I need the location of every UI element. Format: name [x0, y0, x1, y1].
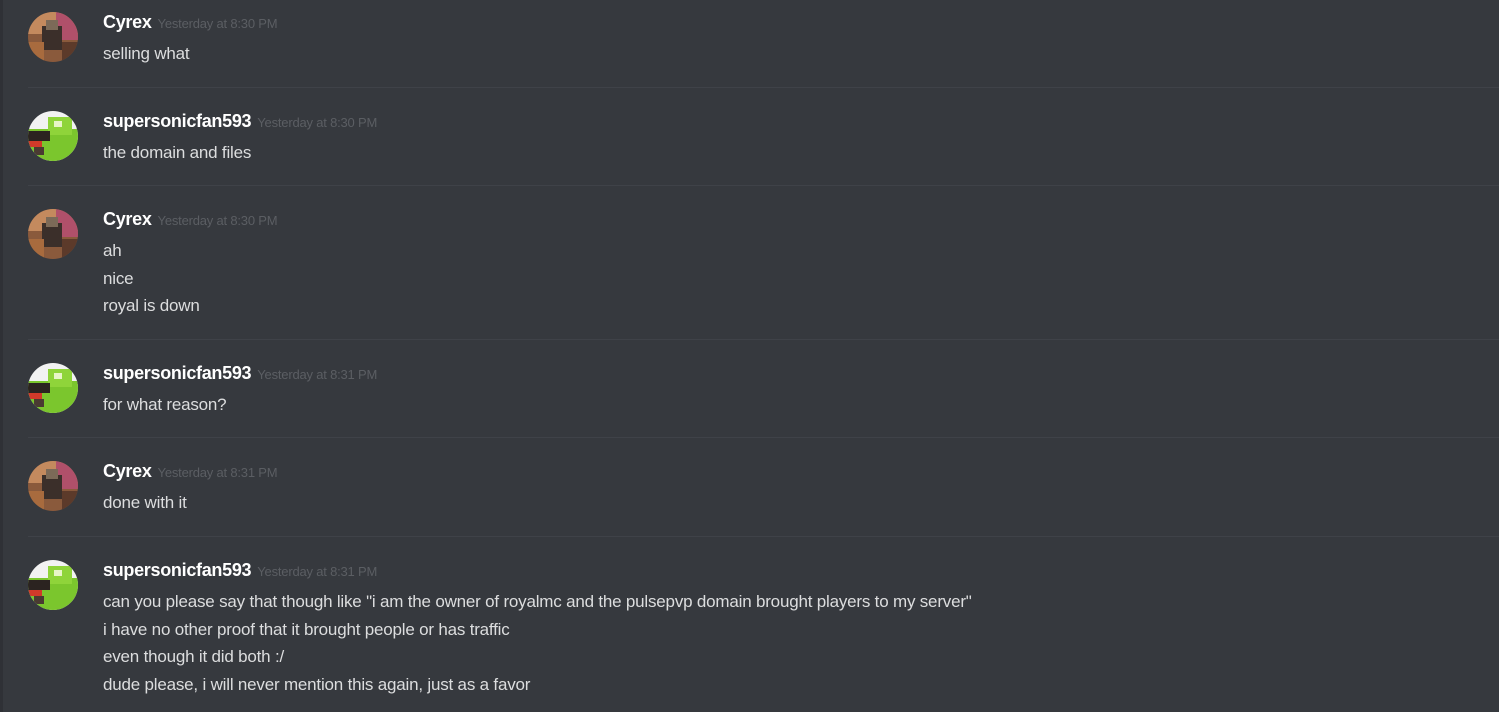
message-header: supersonicfan593 Yesterday at 8:31 PM [103, 560, 377, 582]
message-header: Cyrex Yesterday at 8:31 PM [103, 461, 278, 483]
message-content: can you please say that though like "i a… [103, 588, 972, 698]
message-line: even though it did both :/ [103, 647, 284, 666]
cyrex-avatar-icon[interactable] [28, 461, 78, 511]
username[interactable]: Cyrex [103, 209, 152, 229]
username[interactable]: supersonicfan593 [103, 111, 252, 131]
message-line: dude please, i will never mention this a… [103, 674, 531, 694]
username[interactable]: Cyrex [103, 12, 152, 32]
username[interactable]: supersonicfan593 [103, 363, 252, 383]
message-line: the domain and files [103, 143, 252, 162]
message-line: for what reason? [103, 395, 227, 414]
timestamp: Yesterday at 8:31 PM [257, 367, 378, 382]
message-header: Cyrex Yesterday at 8:30 PM [103, 12, 278, 34]
supersonicfan-avatar-icon[interactable] [28, 363, 78, 413]
message-header: Cyrex Yesterday at 8:30 PM [103, 209, 278, 231]
message-content: the domain and files [103, 139, 251, 167]
message-content: for what reason? [103, 391, 227, 419]
username[interactable]: Cyrex [103, 461, 152, 481]
message-divider [28, 87, 1499, 88]
message-header: supersonicfan593 Yesterday at 8:30 PM [103, 111, 377, 133]
message-divider [28, 536, 1499, 537]
message-divider [28, 185, 1499, 186]
timestamp: Yesterday at 8:31 PM [157, 465, 278, 480]
supersonicfan-avatar-icon[interactable] [28, 560, 78, 610]
message-line: done with it [103, 493, 187, 512]
message-content: ah nice royal is down [103, 237, 200, 320]
timestamp: Yesterday at 8:31 PM [257, 564, 378, 579]
timestamp: Yesterday at 8:30 PM [257, 115, 378, 130]
timestamp: Yesterday at 8:30 PM [157, 213, 278, 228]
message-line: ah [103, 241, 122, 260]
cyrex-avatar-icon[interactable] [28, 12, 78, 62]
message-line: royal is down [103, 296, 200, 315]
message-content: selling what [103, 40, 190, 68]
username[interactable]: supersonicfan593 [103, 560, 252, 580]
timestamp: Yesterday at 8:30 PM [157, 16, 278, 31]
message-line: i have no other proof that it brought pe… [103, 619, 510, 639]
message-content: done with it [103, 489, 187, 517]
message-divider [28, 339, 1499, 340]
message-header: supersonicfan593 Yesterday at 8:31 PM [103, 363, 377, 385]
supersonicfan-avatar-icon[interactable] [28, 111, 78, 161]
message-line: selling what [103, 44, 190, 63]
cyrex-avatar-icon[interactable] [28, 209, 78, 259]
message-divider [28, 437, 1499, 438]
message-line: nice [103, 268, 134, 288]
message-list: Cyrex Yesterday at 8:30 PM selling what s… [0, 0, 1499, 712]
message-line: can you please say that though like "i a… [103, 592, 972, 611]
